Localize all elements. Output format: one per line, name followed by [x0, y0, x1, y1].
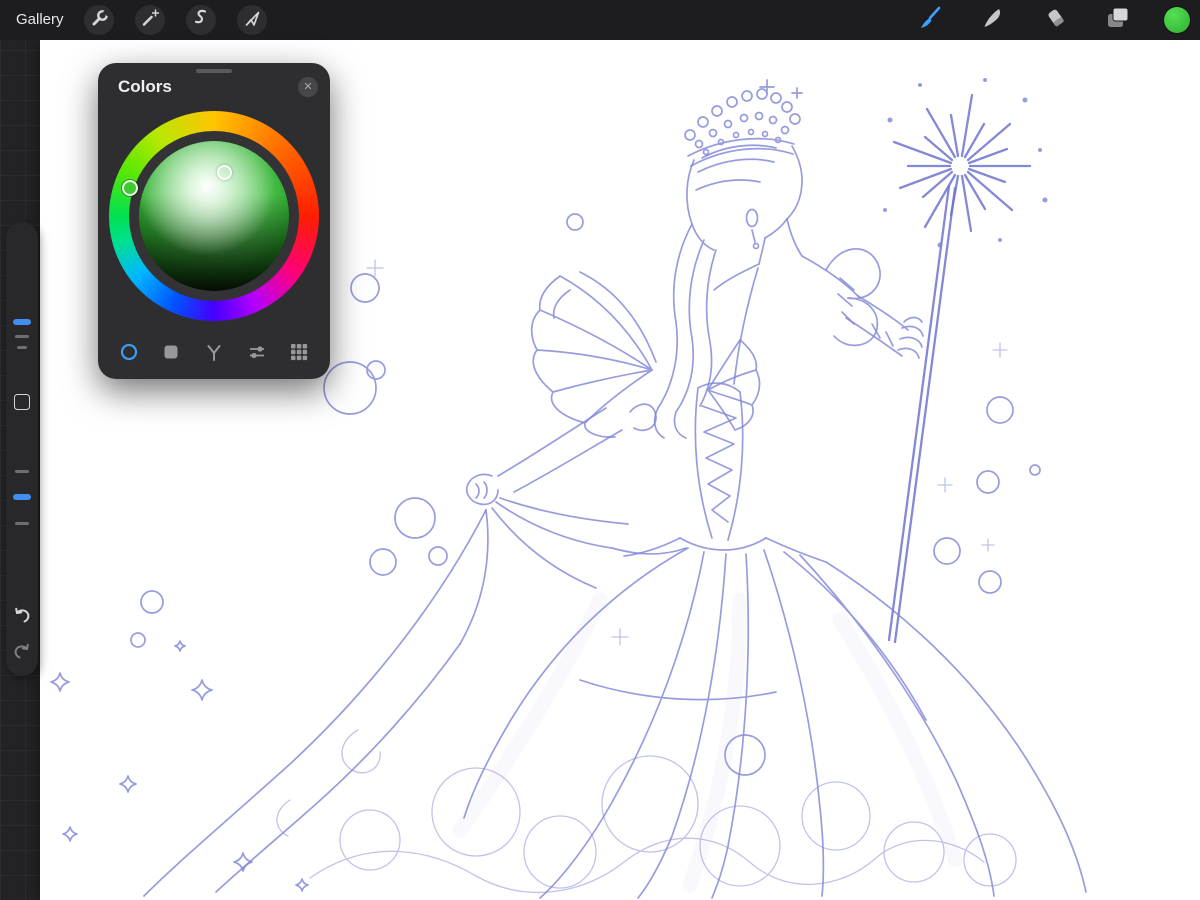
disc-mode-icon: [120, 343, 137, 361]
transform-button[interactable]: [237, 5, 267, 35]
colors-panel: Colors ✕: [98, 63, 330, 379]
brush-button[interactable]: [915, 5, 945, 35]
panel-grab-handle[interactable]: [196, 69, 232, 73]
opacity-handle[interactable]: [13, 494, 31, 500]
mode-classic[interactable]: [159, 340, 183, 364]
smudge-icon: [978, 3, 1008, 38]
sketch-star-sparkle: [892, 93, 1032, 233]
erase-button[interactable]: [1041, 5, 1071, 35]
slider-tick: [15, 470, 29, 473]
brush-sidebar: [6, 222, 38, 676]
classic-mode-icon: [164, 345, 178, 359]
colors-panel-title: Colors: [118, 77, 172, 96]
paint-brush-icon: [915, 3, 945, 38]
eraser-icon: [1041, 3, 1071, 38]
gallery-button[interactable]: Gallery: [16, 0, 64, 40]
mode-harmony[interactable]: [202, 340, 226, 364]
undo-icon: [15, 607, 30, 623]
top-toolbar: Gallery: [0, 0, 1200, 40]
layers-icon: [1103, 3, 1133, 38]
undo-button[interactable]: [10, 604, 34, 628]
smudge-button[interactable]: [978, 5, 1008, 35]
selection-s-icon: [189, 6, 213, 35]
layers-button[interactable]: [1103, 5, 1133, 35]
sketch-right-arm: [845, 295, 924, 359]
hue-handle[interactable]: [122, 180, 138, 196]
value-mode-icon: [249, 346, 264, 359]
sketch-left-ruffle-fan: [530, 271, 657, 438]
slider-tick: [17, 346, 27, 349]
modify-button[interactable]: [14, 394, 30, 410]
sketch-star-dots: [883, 78, 1048, 248]
selection-button[interactable]: [186, 5, 216, 35]
saturation-handle[interactable]: [217, 165, 232, 180]
sketch-hem-ruffles: [276, 729, 1017, 894]
wrench-icon: [87, 6, 111, 35]
sketch-head-hair: [653, 144, 803, 439]
sketch-wand-staff: [887, 184, 957, 644]
redo-button[interactable]: [10, 640, 34, 664]
brush-size-handle[interactable]: [13, 319, 31, 325]
mode-palettes[interactable]: [287, 340, 311, 364]
actions-button[interactable]: [84, 5, 114, 35]
color-wheel[interactable]: [109, 111, 319, 321]
sketch-crown: [684, 79, 803, 167]
harmony-mode-icon: [207, 345, 221, 361]
adjustments-button[interactable]: [135, 5, 165, 35]
saturation-brightness-disc[interactable]: [139, 141, 289, 291]
mode-disc[interactable]: [117, 340, 141, 364]
close-icon[interactable]: ✕: [298, 77, 318, 97]
color-mode-tabs: [98, 339, 330, 365]
sketch-left-arm: [465, 403, 657, 506]
redo-icon: [14, 643, 29, 659]
transform-arrow-icon: [240, 6, 264, 35]
sketch-shading: [452, 592, 963, 893]
slider-tick: [15, 522, 29, 525]
palettes-mode-icon: [291, 344, 308, 361]
sketch-star-flecks: [50, 640, 309, 892]
slider-tick: [15, 335, 29, 338]
mode-value[interactable]: [245, 340, 269, 364]
magic-wand-icon: [138, 6, 162, 35]
sketch-right-sleeve: [825, 248, 881, 347]
color-swatch-button[interactable]: [1164, 7, 1190, 33]
